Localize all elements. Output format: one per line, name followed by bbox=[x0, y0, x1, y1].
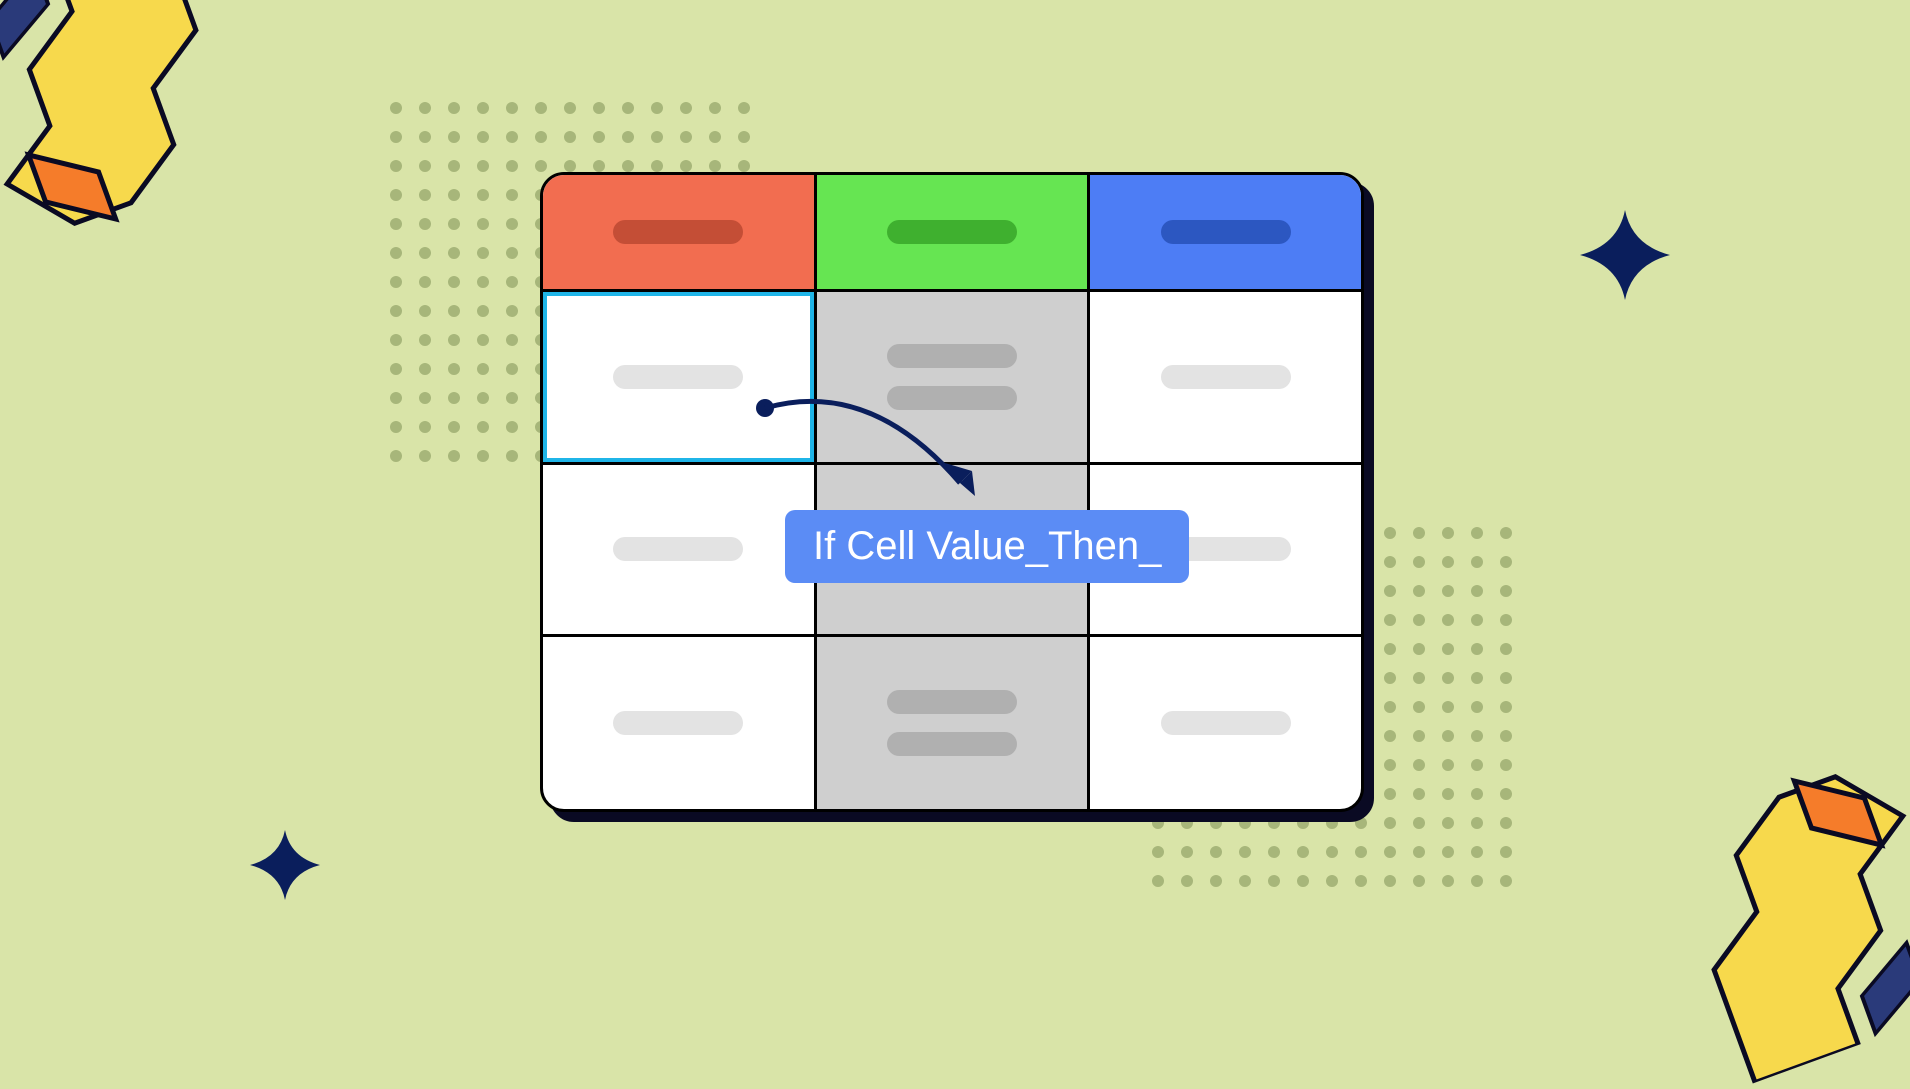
table-cell bbox=[543, 637, 817, 809]
star-icon bbox=[1580, 210, 1670, 300]
placeholder-pill bbox=[887, 732, 1017, 756]
placeholder-pill bbox=[613, 537, 743, 561]
header-cell-col-1 bbox=[543, 175, 817, 292]
placeholder-pill bbox=[1161, 365, 1291, 389]
corner-decoration-top-left bbox=[0, 0, 269, 269]
table-cell bbox=[817, 637, 1091, 809]
table-cell bbox=[1090, 637, 1361, 809]
placeholder-pill bbox=[887, 220, 1017, 244]
corner-decoration-bottom-right bbox=[1641, 731, 1910, 1089]
header-cell-col-2 bbox=[817, 175, 1091, 292]
header-cell-col-3 bbox=[1090, 175, 1361, 292]
placeholder-pill bbox=[613, 220, 743, 244]
star-icon bbox=[250, 830, 320, 900]
header-row bbox=[543, 175, 1361, 292]
placeholder-pill bbox=[613, 711, 743, 735]
placeholder-pill bbox=[1161, 711, 1291, 735]
placeholder-pill bbox=[887, 690, 1017, 714]
table-row bbox=[543, 637, 1361, 809]
placeholder-pill bbox=[887, 344, 1017, 368]
placeholder-pill bbox=[1161, 220, 1291, 244]
formula-label: If Cell Value_Then_ bbox=[785, 510, 1189, 583]
table-cell bbox=[1090, 292, 1361, 464]
placeholder-pill bbox=[613, 365, 743, 389]
arrow-icon bbox=[750, 388, 1010, 528]
